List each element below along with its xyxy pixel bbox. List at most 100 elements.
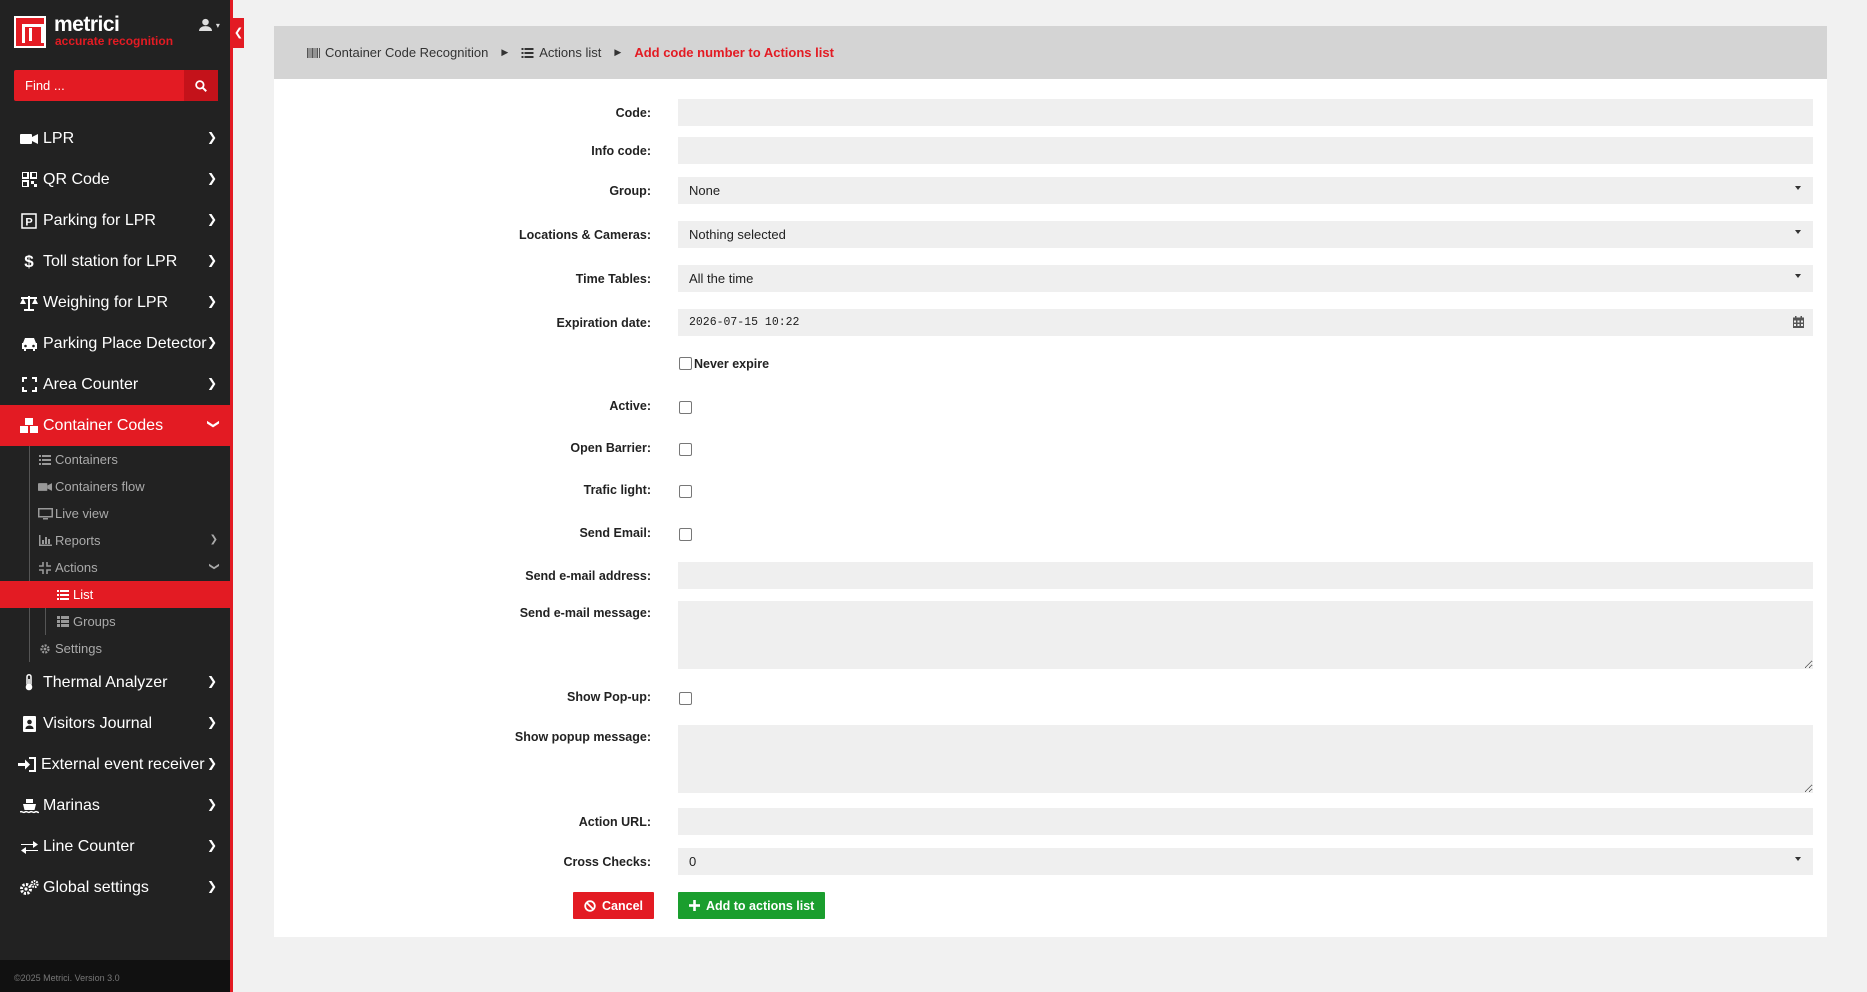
cross-checks-value: 0	[689, 854, 697, 869]
nav-label: External event receiver	[41, 755, 205, 773]
metrici-logo-icon	[14, 16, 46, 48]
sub-item-list[interactable]: List	[0, 581, 233, 608]
nav-item-container-codes[interactable]: Container Codes ❯	[0, 405, 233, 446]
plus-icon	[689, 900, 700, 911]
cancel-label: Cancel	[602, 898, 643, 913]
chevron-right-icon: ❯	[206, 838, 217, 852]
action-url-input[interactable]	[678, 808, 1813, 835]
svg-text:P: P	[25, 216, 32, 228]
nav-item-lpr[interactable]: LPR ❯	[0, 118, 233, 159]
time-tables-select[interactable]: All the time	[678, 265, 1813, 292]
nav-item-visitors-journal[interactable]: Visitors Journal ❯	[0, 703, 233, 744]
group-select[interactable]: None	[678, 177, 1813, 204]
nav-label: Area Counter	[43, 375, 139, 393]
sub-item-actions[interactable]: Actions ❯	[0, 554, 233, 581]
nav-label: Visitors Journal	[43, 714, 153, 732]
show-popup-checkbox[interactable]	[679, 692, 692, 705]
show-popup-label: Show Pop-up:	[566, 690, 651, 704]
locations-select[interactable]: Nothing selected	[678, 221, 1813, 248]
ban-icon	[584, 899, 596, 912]
never-expire-checkbox[interactable]	[679, 357, 692, 370]
trafic-light-checkbox[interactable]	[679, 485, 692, 498]
nav-item-toll-station[interactable]: $ Toll station for LPR ❯	[0, 241, 233, 282]
email-address-input[interactable]	[678, 562, 1813, 589]
search-icon	[195, 79, 207, 92]
send-email-checkbox[interactable]	[679, 528, 692, 541]
chevron-right-icon: ❯	[206, 253, 217, 267]
gear-icon	[37, 643, 53, 655]
action-url-label: Action URL:	[578, 815, 651, 829]
cross-checks-select[interactable]: 0	[678, 848, 1813, 875]
nav-label: QR Code	[43, 170, 110, 188]
brand-tagline: accurate recognition	[55, 34, 174, 48]
nav-item-thermal-analyzer[interactable]: Thermal Analyzer ❯	[0, 662, 233, 703]
sub-label: Live view	[55, 506, 109, 521]
open-barrier-checkbox[interactable]	[679, 443, 692, 456]
sub-label: Reports	[55, 533, 101, 548]
popup-message-textarea[interactable]	[678, 725, 1813, 793]
nav-item-external-event-receiver[interactable]: External event receiver ❯	[0, 744, 233, 785]
nav-item-line-counter[interactable]: Line Counter ❯	[0, 826, 233, 867]
sub-item-containers-flow[interactable]: Containers flow	[0, 473, 233, 500]
caret-down-icon	[1795, 230, 1801, 234]
add-label: Add to actions list	[706, 898, 815, 913]
sub-label: Settings	[55, 641, 102, 656]
nav-item-parking-place-detector[interactable]: Parking Place Detector ❯	[0, 323, 233, 364]
nav-item-qr-code[interactable]: QR Code ❯	[0, 159, 233, 200]
chevron-right-icon: ❯	[206, 212, 217, 226]
thermometer-icon	[19, 674, 39, 691]
add-to-actions-list-button[interactable]: Add to actions list	[678, 892, 826, 919]
chevron-right-icon: ❯	[209, 534, 218, 545]
nav-item-parking[interactable]: P Parking for LPR ❯	[0, 200, 233, 241]
nav-label: Container Codes	[43, 416, 164, 434]
chevron-right-icon: ❯	[206, 335, 217, 349]
video-camera-icon	[37, 482, 53, 492]
open-barrier-label: Open Barrier:	[570, 441, 651, 455]
breadcrumb-root[interactable]: Container Code Recognition	[307, 45, 488, 60]
sub-item-containers[interactable]: Containers	[0, 446, 233, 473]
search-box	[14, 70, 218, 101]
code-label: Code:	[615, 106, 651, 120]
user-icon	[199, 18, 212, 31]
active-label: Active:	[609, 399, 651, 413]
nav-item-global-settings[interactable]: Global settings ❯	[0, 867, 233, 908]
main-nav: LPR ❯ QR Code ❯ P Parking for LPR ❯ $ To…	[0, 118, 233, 908]
sub-item-settings[interactable]: Settings	[0, 635, 233, 662]
nav-label: Marinas	[43, 796, 100, 814]
container-codes-submenu: Containers Containers flow Live view Rep…	[0, 446, 233, 662]
search-button[interactable]	[184, 70, 218, 101]
breadcrumb-actions-list[interactable]: Actions list	[521, 45, 601, 60]
locations-value: Nothing selected	[689, 227, 786, 242]
car-icon	[19, 337, 39, 351]
nav-item-marinas[interactable]: Marinas ❯	[0, 785, 233, 826]
sidebar-collapse-button[interactable]: ❮	[233, 18, 244, 48]
nav-item-area-counter[interactable]: Area Counter ❯	[0, 364, 233, 405]
cross-checks-label: Cross Checks:	[563, 855, 651, 869]
expiration-date-input[interactable]: 2026-07-15 10:22	[678, 309, 1813, 336]
code-input[interactable]	[678, 99, 1813, 126]
info-code-input[interactable]	[678, 137, 1813, 164]
search-input[interactable]	[14, 70, 184, 101]
email-message-textarea[interactable]	[678, 601, 1813, 669]
compress-icon	[37, 561, 53, 574]
chevron-right-icon: ❯	[206, 376, 217, 390]
nav-item-weighing[interactable]: Weighing for LPR ❯	[0, 282, 233, 323]
sub-label: Groups	[73, 614, 116, 629]
caret-right-icon: ▶	[501, 47, 509, 57]
sub-item-reports[interactable]: Reports ❯	[0, 527, 233, 554]
active-checkbox[interactable]	[679, 401, 692, 414]
locations-label: Locations & Cameras:	[519, 228, 651, 242]
sub-item-live-view[interactable]: Live view	[0, 500, 233, 527]
sub-item-groups[interactable]: Groups	[0, 608, 233, 635]
exchange-icon	[19, 840, 39, 854]
barcode-icon	[307, 47, 320, 58]
brand[interactable]: metrici accurate recognition ▾	[0, 0, 230, 60]
user-menu[interactable]: ▾	[199, 18, 220, 34]
calendar-icon[interactable]	[1793, 316, 1804, 332]
email-message-label: Send e-mail message:	[519, 606, 651, 620]
id-badge-icon	[19, 715, 39, 732]
chevron-right-icon: ❯	[206, 756, 217, 770]
cancel-button[interactable]: Cancel	[573, 892, 654, 919]
sub-label: Containers	[55, 452, 118, 467]
nav-label: Toll station for LPR	[43, 252, 178, 270]
